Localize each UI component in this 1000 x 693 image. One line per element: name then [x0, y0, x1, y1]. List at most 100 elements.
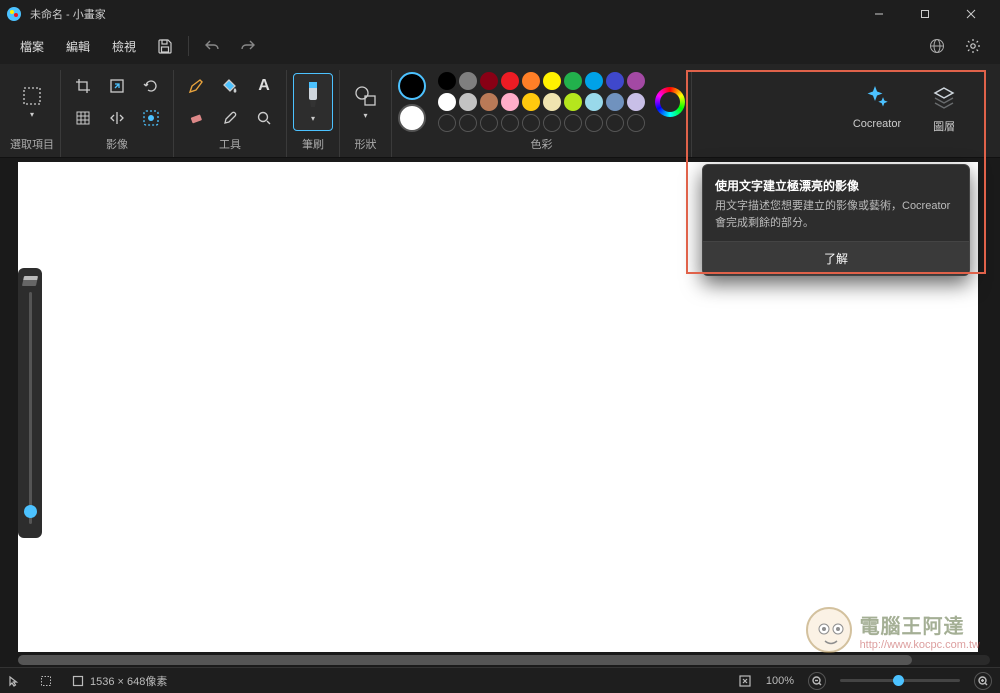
eraser-tool[interactable]	[180, 103, 212, 133]
magnifier-tool[interactable]	[248, 103, 280, 133]
ribbon: ▾ 選取項目 影像 A	[0, 64, 1000, 158]
group-label-brushes: 筆刷	[302, 133, 324, 157]
layers-tab[interactable]: 圖層	[921, 78, 967, 138]
color-swatch[interactable]	[438, 93, 456, 111]
text-tool[interactable]: A	[248, 71, 280, 101]
color-swatch[interactable]	[585, 93, 603, 111]
watermark-avatar-icon	[806, 607, 852, 653]
resize-tool[interactable]	[101, 71, 133, 101]
color-swatch[interactable]	[585, 72, 603, 90]
color-swatch[interactable]	[459, 114, 477, 132]
color-swatch[interactable]	[564, 93, 582, 111]
group-tools: A 工具	[174, 70, 287, 157]
background-remove-tool[interactable]	[135, 103, 167, 133]
color-swatch[interactable]	[627, 72, 645, 90]
color-swatch[interactable]	[543, 93, 561, 111]
watermark: 電腦王阿達 http://www.kocpc.com.tw	[806, 607, 980, 653]
watermark-line1: 電腦王阿達	[860, 610, 980, 639]
menu-file[interactable]: 檔案	[10, 32, 54, 61]
zoom-slider-thumb[interactable]	[893, 675, 904, 686]
color-swatch[interactable]	[480, 93, 498, 111]
color-swatch[interactable]	[501, 93, 519, 111]
cursor-position	[8, 675, 26, 687]
color-swatch[interactable]	[480, 114, 498, 132]
group-label-colors: 色彩	[531, 133, 553, 157]
pencil-tool[interactable]	[180, 71, 212, 101]
settings-button[interactable]	[956, 31, 990, 61]
palette-row-1	[438, 72, 645, 90]
redo-button[interactable]	[231, 31, 265, 61]
fill-tool[interactable]	[214, 71, 246, 101]
color-swatch[interactable]	[627, 114, 645, 132]
canvas-dimensions: 1536 × 648像素	[72, 673, 167, 689]
vertical-zoom-slider[interactable]	[18, 268, 42, 538]
color-swatch[interactable]	[438, 114, 456, 132]
minimize-button[interactable]	[856, 0, 902, 28]
undo-button[interactable]	[195, 31, 229, 61]
fit-to-window-button[interactable]	[738, 674, 752, 688]
color-swatch[interactable]	[606, 72, 624, 90]
group-side: Cocreator 圖層	[816, 70, 996, 157]
maximize-button[interactable]	[902, 0, 948, 28]
horizontal-scrollbar[interactable]	[18, 655, 990, 665]
group-label-image: 影像	[106, 133, 128, 157]
color-swatch[interactable]	[480, 72, 498, 90]
zoom-slider[interactable]	[840, 679, 960, 682]
group-label-shapes: 形狀	[355, 133, 377, 157]
color-primary[interactable]	[398, 72, 426, 100]
grid-tool[interactable]	[67, 103, 99, 133]
color-swatch[interactable]	[522, 93, 540, 111]
group-shapes: ▾ 形狀	[340, 70, 392, 157]
color-swatch[interactable]	[459, 72, 477, 90]
color-swatch[interactable]	[543, 72, 561, 90]
zoom-out-button[interactable]	[808, 672, 826, 690]
zoom-in-button[interactable]	[974, 672, 992, 690]
chevron-down-icon: ▾	[30, 110, 34, 119]
shapes-picker[interactable]: ▾	[347, 75, 385, 129]
group-selection: ▾ 選取項目	[4, 70, 61, 157]
slider-thumb[interactable]	[24, 505, 37, 518]
color-swatch[interactable]	[606, 114, 624, 132]
color-swatch[interactable]	[522, 72, 540, 90]
color-secondary[interactable]	[398, 104, 426, 132]
window-title: 未命名 - 小畫家	[30, 6, 856, 22]
save-button[interactable]	[148, 31, 182, 61]
group-brushes: ▾ 筆刷	[287, 70, 340, 157]
tooltip-ok-button[interactable]: 了解	[703, 241, 969, 275]
color-swatch[interactable]	[501, 114, 519, 132]
tooltip-title: 使用文字建立極漂亮的影像	[715, 177, 957, 194]
menu-view[interactable]: 檢視	[102, 32, 146, 61]
color-swatch[interactable]	[522, 114, 540, 132]
cocreator-label: Cocreator	[853, 118, 901, 130]
color-swatch[interactable]	[585, 114, 603, 132]
color-swatch[interactable]	[438, 72, 456, 90]
titlebar: 未命名 - 小畫家	[0, 0, 1000, 28]
close-button[interactable]	[948, 0, 994, 28]
rotate-tool[interactable]	[135, 71, 167, 101]
color-swatch[interactable]	[459, 93, 477, 111]
menubar: 檔案 編輯 檢視	[0, 28, 1000, 64]
selection-size	[40, 675, 58, 687]
color-swatch[interactable]	[564, 72, 582, 90]
layers-label: 圖層	[933, 118, 955, 134]
color-swatch[interactable]	[543, 114, 561, 132]
group-label-tools: 工具	[219, 133, 241, 157]
palette-row-2	[438, 93, 645, 111]
color-swatch[interactable]	[627, 93, 645, 111]
eyedropper-tool[interactable]	[214, 103, 246, 133]
globe-icon[interactable]	[920, 31, 954, 61]
select-tool[interactable]: ▾	[13, 75, 51, 129]
statusbar: 1536 × 648像素 100%	[0, 667, 1000, 693]
menu-edit[interactable]: 編輯	[56, 32, 100, 61]
color-swatch[interactable]	[564, 114, 582, 132]
crop-tool[interactable]	[67, 71, 99, 101]
edit-colors-button[interactable]	[655, 87, 685, 117]
sparkle-icon	[862, 82, 892, 112]
cocreator-tab[interactable]: Cocreator	[845, 78, 909, 138]
brush-picker[interactable]: ▾	[293, 73, 333, 131]
group-label-selection: 選取項目	[10, 133, 54, 157]
color-swatch[interactable]	[501, 72, 519, 90]
flip-tool[interactable]	[101, 103, 133, 133]
zoom-level: 100%	[766, 675, 794, 687]
color-swatch[interactable]	[606, 93, 624, 111]
